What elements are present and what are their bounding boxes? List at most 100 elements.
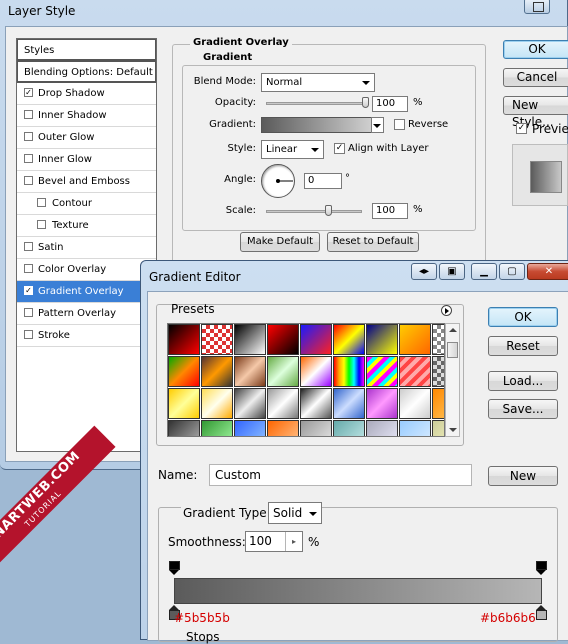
make-default-button[interactable]: Make Default: [240, 232, 320, 252]
style-item-stroke[interactable]: Stroke: [17, 325, 156, 347]
preset-swatch[interactable]: [399, 356, 431, 387]
maximize-button[interactable]: ▢: [499, 263, 525, 280]
style-checkbox[interactable]: [24, 330, 33, 339]
style-checkbox[interactable]: [24, 242, 33, 251]
style-item-inner-glow[interactable]: Inner Glow: [17, 149, 156, 171]
preset-swatch[interactable]: [432, 420, 444, 436]
style-checkbox[interactable]: [24, 110, 33, 119]
preset-swatch[interactable]: [300, 388, 332, 419]
preset-swatch[interactable]: [234, 388, 266, 419]
style-checkbox[interactable]: ✓: [24, 286, 33, 295]
opacity-stop-left[interactable]: [169, 561, 180, 576]
style-item-pattern-overlay[interactable]: Pattern Overlay: [17, 303, 156, 325]
style-item-gradient-overlay[interactable]: ✓ Gradient Overlay: [17, 281, 156, 303]
opacity-stop-right[interactable]: [536, 561, 547, 576]
new-style-button[interactable]: New Style...: [503, 96, 568, 129]
preset-swatch[interactable]: [201, 388, 233, 419]
preset-swatch[interactable]: [267, 388, 299, 419]
preset-swatch[interactable]: [333, 420, 365, 436]
preset-swatch[interactable]: [300, 356, 332, 387]
preset-swatch[interactable]: [234, 324, 266, 355]
style-item-drop-shadow[interactable]: ✓ Drop Shadow: [17, 83, 156, 105]
opacity-slider[interactable]: [266, 102, 368, 105]
smoothness-input[interactable]: 100 ▸: [245, 531, 303, 552]
preset-swatch[interactable]: [333, 324, 365, 355]
scroll-down-icon[interactable]: [449, 428, 457, 432]
scale-slider-thumb[interactable]: [325, 205, 333, 216]
opacity-input[interactable]: 100: [372, 96, 408, 112]
preset-swatch[interactable]: [432, 324, 444, 355]
restore-button[interactable]: [524, 0, 550, 14]
gradient-preview-bar[interactable]: [174, 578, 542, 604]
preset-swatch[interactable]: [366, 420, 398, 436]
preset-swatch[interactable]: [432, 388, 444, 419]
preset-swatch[interactable]: [234, 356, 266, 387]
presets-menu-button[interactable]: [441, 305, 452, 316]
style-item-satin[interactable]: Satin: [17, 237, 156, 259]
style-checkbox[interactable]: [24, 176, 33, 185]
style-item-styles[interactable]: Styles: [17, 39, 156, 61]
style-checkbox[interactable]: ✓: [24, 88, 33, 97]
angle-input[interactable]: 0: [304, 173, 342, 189]
preset-swatch[interactable]: [300, 420, 332, 436]
align-with-layer-checkbox[interactable]: ✓: [334, 143, 345, 154]
scale-input[interactable]: 100: [372, 203, 408, 219]
preset-swatch[interactable]: [399, 388, 431, 419]
style-checkbox[interactable]: [24, 308, 33, 317]
preview-checkbox[interactable]: ✓: [516, 123, 527, 134]
preset-swatch[interactable]: [201, 420, 233, 436]
style-item-contour[interactable]: Contour: [17, 193, 156, 215]
scroll-thumb[interactable]: [447, 342, 458, 358]
load-button[interactable]: Load...: [488, 371, 558, 391]
style-item-texture[interactable]: Texture: [17, 215, 156, 237]
preset-swatch[interactable]: [267, 324, 299, 355]
minimize-button[interactable]: ▁: [471, 263, 497, 280]
close-button[interactable]: ✕: [527, 263, 568, 280]
style-item-inner-shadow[interactable]: Inner Shadow: [17, 105, 156, 127]
preset-swatch[interactable]: [267, 356, 299, 387]
name-input[interactable]: Custom: [209, 464, 472, 486]
angle-dial[interactable]: [261, 164, 295, 198]
ok-button[interactable]: OK: [503, 40, 568, 59]
preset-swatch[interactable]: [399, 324, 431, 355]
preset-swatch[interactable]: [168, 356, 200, 387]
preset-swatch[interactable]: [333, 356, 365, 387]
color-stop-right[interactable]: [536, 605, 547, 620]
style-checkbox[interactable]: [37, 198, 46, 207]
style-item-color-overlay[interactable]: Color Overlay: [17, 259, 156, 281]
opacity-slider-thumb[interactable]: [362, 97, 369, 108]
style-checkbox[interactable]: [37, 220, 46, 229]
gradient-picker-dropdown[interactable]: [371, 117, 384, 133]
gradient-swatch[interactable]: [261, 117, 373, 133]
style-checkbox[interactable]: [24, 264, 33, 273]
presets-scrollbar[interactable]: [445, 323, 460, 437]
preset-swatch[interactable]: [300, 324, 332, 355]
gradient-type-select[interactable]: Solid: [268, 502, 322, 524]
style-item-blending-options-default[interactable]: Blending Options: Default: [17, 61, 156, 83]
style-checkbox[interactable]: [24, 132, 33, 141]
style-item-bevel-and-emboss[interactable]: Bevel and Emboss: [17, 171, 156, 193]
style-checkbox[interactable]: [24, 154, 33, 163]
save-button[interactable]: Save...: [488, 399, 558, 419]
restore-button[interactable]: ▣: [439, 263, 465, 280]
preset-swatch[interactable]: [168, 420, 200, 436]
preset-swatch[interactable]: [366, 324, 398, 355]
preset-swatch[interactable]: [333, 388, 365, 419]
reverse-checkbox[interactable]: [394, 119, 405, 130]
cancel-button[interactable]: Cancel: [503, 68, 568, 87]
scale-slider[interactable]: [266, 210, 362, 213]
stepper-arrow-icon[interactable]: ▸: [285, 532, 302, 551]
expand-button[interactable]: ◂▸: [411, 263, 437, 280]
preset-swatch[interactable]: [399, 420, 431, 436]
preset-swatch[interactable]: [201, 324, 233, 355]
style-select[interactable]: Linear: [261, 140, 324, 159]
reset-to-default-button[interactable]: Reset to Default: [327, 232, 419, 252]
blend-mode-select[interactable]: Normal: [261, 73, 375, 92]
scroll-up-icon[interactable]: [449, 328, 457, 332]
new-button[interactable]: New: [488, 466, 558, 486]
preset-swatch[interactable]: [432, 356, 444, 387]
preset-swatch[interactable]: [366, 356, 398, 387]
ok-button[interactable]: OK: [488, 307, 558, 327]
preset-swatch[interactable]: [168, 388, 200, 419]
preset-swatch[interactable]: [168, 324, 200, 355]
